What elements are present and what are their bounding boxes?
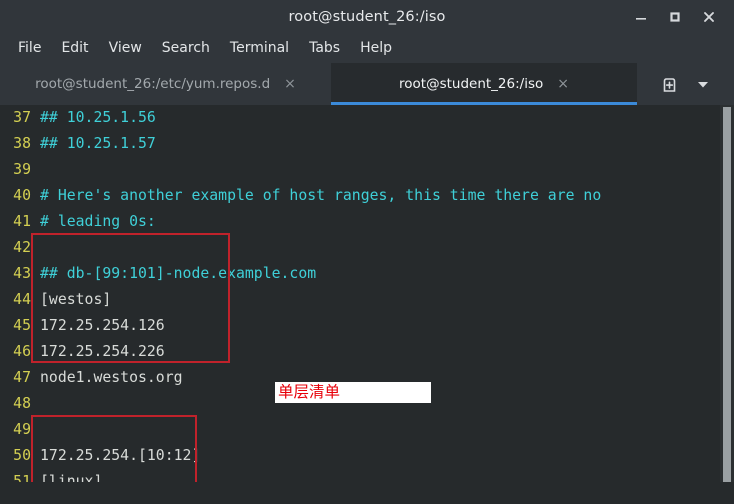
line-number: 43 <box>13 265 31 282</box>
line-text: ## db-[99:101]-node.example.com <box>40 265 317 282</box>
line-number: 44 <box>13 291 31 308</box>
vim-status-line: "/etc/ansible/hosts" 57L, 1159C 57,1 Bot <box>0 482 734 504</box>
tab-label: root@student_26:/etc/yum.repos.d <box>35 76 271 92</box>
code-line: 40 # Here's another example of host range… <box>0 183 720 209</box>
line-text: node1.westos.org <box>40 369 183 386</box>
title-bar: root@student_26:/iso <box>0 0 734 33</box>
tab-iso[interactable]: root@student_26:/iso × <box>331 63 637 105</box>
line-number: 40 <box>13 187 31 204</box>
code-line: 43 ## db-[99:101]-node.example.com <box>0 261 720 287</box>
menu-tabs[interactable]: Tabs <box>299 38 350 58</box>
menu-edit[interactable]: Edit <box>51 38 98 58</box>
chevron-down-icon[interactable] <box>695 76 711 92</box>
tab-label: root@student_26:/iso <box>399 76 544 92</box>
line-number: 45 <box>13 317 31 334</box>
line-text: 172.25.254.126 <box>40 317 165 334</box>
menu-view[interactable]: View <box>99 38 152 58</box>
line-text: [westos] <box>40 291 112 308</box>
terminal-body[interactable]: 37 ## 10.25.1.56 38 ## 10.25.1.57 39 40 # Here… <box>0 105 734 504</box>
tab-close-icon[interactable]: × <box>284 77 296 91</box>
line-number: 37 <box>13 109 31 126</box>
line-number: 41 <box>13 213 31 230</box>
window-title: root@student_26:/iso <box>288 8 446 25</box>
line-text: 172.25.254.[10:12] <box>40 447 201 464</box>
tab-tools <box>637 63 734 105</box>
vim-buffer[interactable]: 37 ## 10.25.1.56 38 ## 10.25.1.57 39 40 # Here… <box>0 105 720 504</box>
new-tab-icon[interactable] <box>660 75 679 94</box>
annotation-text-red: 单层清单 <box>278 382 341 401</box>
menu-terminal[interactable]: Terminal <box>220 38 299 58</box>
line-number: 39 <box>13 161 31 178</box>
line-number: 47 <box>13 369 31 386</box>
line-number: 48 <box>13 395 31 412</box>
code-line: 49 <box>0 417 720 443</box>
code-line: 41 # leading 0s: <box>0 209 720 235</box>
code-line: 39 <box>0 157 720 183</box>
line-number: 38 <box>13 135 31 152</box>
terminal-window: root@student_26:/iso File Edit View Sear… <box>0 0 734 504</box>
menu-file[interactable]: File <box>8 38 51 58</box>
scrollbar-track[interactable] <box>720 105 734 504</box>
code-line: 50 172.25.254.[10:12] <box>0 443 720 469</box>
close-button[interactable] <box>692 0 726 33</box>
line-number: 50 <box>13 447 31 464</box>
line-text: ## 10.25.1.56 <box>40 109 156 126</box>
line-text: ## 10.25.1.57 <box>40 135 156 152</box>
tab-bar: root@student_26:/etc/yum.repos.d × root@… <box>0 63 734 105</box>
code-line: 38 ## 10.25.1.57 <box>0 131 720 157</box>
line-number: 46 <box>13 343 31 360</box>
line-text: 172.25.254.226 <box>40 343 165 360</box>
line-number: 49 <box>13 421 31 438</box>
maximize-button[interactable] <box>658 0 692 33</box>
menu-help[interactable]: Help <box>350 38 402 58</box>
line-text: # leading 0s: <box>40 213 156 230</box>
code-line: 37 ## 10.25.1.56 <box>0 105 720 131</box>
code-line: 46 172.25.254.226 <box>0 339 720 365</box>
line-number: 42 <box>13 239 31 256</box>
menu-bar: File Edit View Search Terminal Tabs Help <box>0 33 734 63</box>
menu-search[interactable]: Search <box>152 38 220 58</box>
code-line: 45 172.25.254.126 <box>0 313 720 339</box>
code-line: 42 <box>0 235 720 261</box>
code-line: 44 [westos] <box>0 287 720 313</box>
window-controls <box>624 0 726 33</box>
annotation-single-inventory: 单层清单 <box>275 382 431 403</box>
scrollbar-thumb[interactable] <box>723 107 731 482</box>
tab-yum-repos-d[interactable]: root@student_26:/etc/yum.repos.d × <box>0 63 331 105</box>
tab-close-icon[interactable]: × <box>557 77 569 91</box>
minimize-button[interactable] <box>624 0 658 33</box>
line-text: # Here's another example of host ranges,… <box>40 187 602 204</box>
